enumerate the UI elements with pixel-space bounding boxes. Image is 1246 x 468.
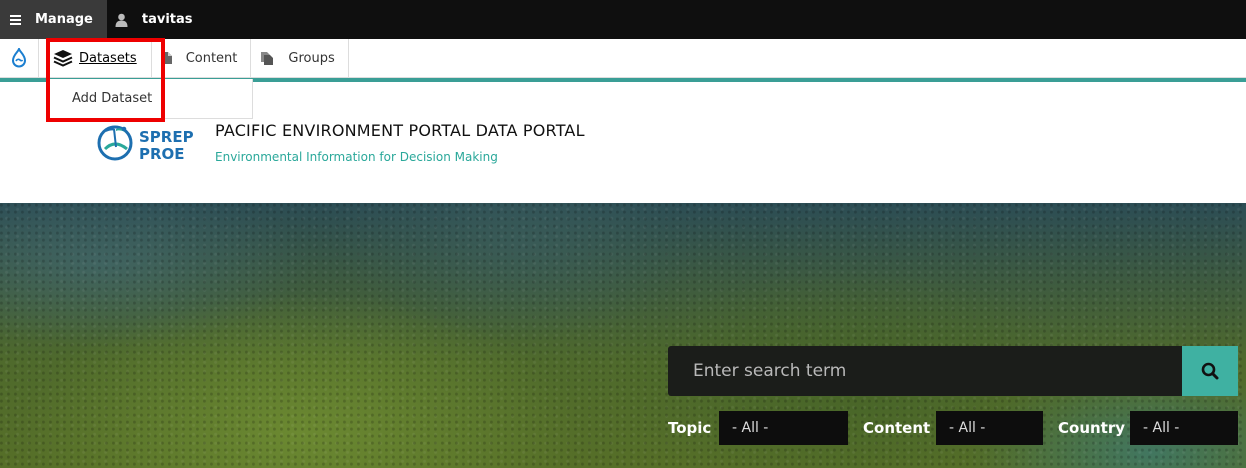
drupal-home-link[interactable] [0,39,39,77]
user-menu-button[interactable]: tavitas [107,0,205,39]
site-logo[interactable]: SPREP PROE [97,121,195,165]
filter-topic-select[interactable]: - All - [719,411,848,445]
filter-country-label: Country [1058,419,1126,437]
admin-tray: Datasets Content Groups [0,39,1246,78]
add-dataset-label: Add Dataset [72,91,153,106]
tray-item-datasets-label: Datasets [79,50,137,66]
tray-item-groups[interactable]: Groups [251,39,349,77]
search-placeholder: Enter search term [693,361,847,381]
logo-text-line2: PROE [139,145,185,163]
admin-toolbar: Manage tavitas [0,0,1246,39]
search-button[interactable] [1182,346,1238,396]
filter-content-select[interactable]: - All - [936,411,1043,445]
add-dataset-link[interactable]: Add Dataset [48,79,253,119]
layers-icon [53,49,73,67]
files-icon [261,51,274,65]
manage-menu-button[interactable]: Manage [0,0,107,39]
file-icon [161,52,172,64]
site-name[interactable]: PACIFIC ENVIRONMENT PORTAL DATA PORTAL [215,121,585,140]
filter-content-label: Content [863,419,931,437]
filter-topic-value: - All - [732,420,769,436]
search-input[interactable]: Enter search term [668,346,1182,396]
site-slogan: Environmental Information for Decision M… [215,150,498,164]
tray-item-datasets[interactable]: Datasets [39,39,152,77]
user-icon [115,13,129,27]
tray-item-content-label: Content [185,50,238,66]
manage-label: Manage [35,12,93,27]
tray-item-content[interactable]: Content [152,39,252,77]
filter-country-value: - All - [1143,420,1180,436]
search-icon [1201,362,1219,380]
filter-content-value: - All - [949,420,986,436]
hamburger-icon [8,13,22,27]
filter-topic-label: Topic [668,419,712,437]
logo-text-line1: SPREP [139,128,194,146]
filter-country-select[interactable]: - All - [1130,411,1238,445]
drupal-drop-icon [11,48,27,68]
user-label: tavitas [141,12,193,27]
tray-item-groups-label: Groups [288,50,335,66]
